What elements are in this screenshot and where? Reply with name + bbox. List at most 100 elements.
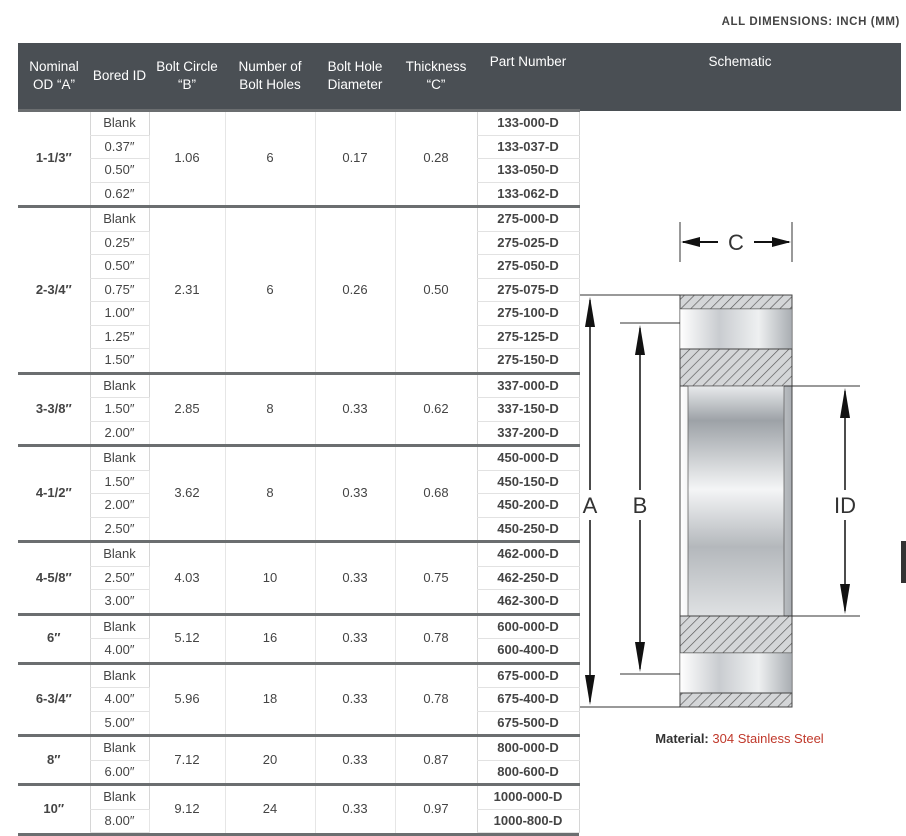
bored-id-cell: Blank xyxy=(89,661,150,688)
bored-id-cell: Blank xyxy=(89,540,150,567)
bolt-circle-cell: 5.96 xyxy=(148,661,225,736)
material-note: Material: 304 Stainless Steel xyxy=(580,728,900,751)
part-number-cell: 133-037-D xyxy=(476,135,580,159)
part-number-cell: 337-200-D xyxy=(476,421,580,446)
bolt-circle-cell: 1.06 xyxy=(148,109,225,207)
schematic-cell: C A B ID Material: 304 Stainless Steel xyxy=(579,111,901,833)
bolt-circle-cell: 5.12 xyxy=(148,612,225,663)
part-number-cell: 133-050-D xyxy=(476,158,580,183)
bolt-circle-cell: 2.85 xyxy=(148,371,225,446)
bolt-hole-diameter-cell: 0.33 xyxy=(314,612,395,663)
part-number-cell: 275-150-D xyxy=(476,348,580,374)
thickness-cell: 0.78 xyxy=(394,612,477,663)
bolt-hole-diameter-cell: 0.33 xyxy=(314,661,395,736)
part-number-cell: 275-125-D xyxy=(476,325,580,349)
thickness-cell: 0.50 xyxy=(394,205,477,373)
bolt-holes-cell: 18 xyxy=(224,661,315,736)
nominal-od-cell: 4-1/2″ xyxy=(18,444,90,542)
part-number-cell: 600-000-D xyxy=(476,612,580,639)
part-number-cell: 800-000-D xyxy=(476,734,580,761)
bolt-holes-cell: 8 xyxy=(224,444,315,542)
bored-id-cell: 2.50″ xyxy=(89,566,150,590)
header-bolt-hole-diameter: Bolt Hole Diameter xyxy=(315,43,395,111)
bored-id-cell: 2.00″ xyxy=(89,493,150,518)
bolt-hole-diameter-cell: 0.26 xyxy=(314,205,395,373)
bored-id-cell: 0.25″ xyxy=(89,231,150,255)
bolt-hole-diameter-cell: 0.17 xyxy=(314,109,395,207)
part-number-cell: 337-150-D xyxy=(476,397,580,422)
part-number-cell: 675-000-D xyxy=(476,661,580,688)
bored-id-cell: 3.00″ xyxy=(89,589,150,615)
nominal-od-cell: 10″ xyxy=(18,783,90,833)
nominal-od-cell: 6-3/4″ xyxy=(18,661,90,736)
part-number-cell: 1000-800-D xyxy=(476,809,580,833)
nominal-od-cell: 4-5/8″ xyxy=(18,540,90,614)
bored-id-cell: 1.50″ xyxy=(89,348,150,374)
table-body: 1-1/3″Blank1.0660.170.28133-000-D xyxy=(18,109,901,833)
bored-id-cell: 5.00″ xyxy=(89,711,150,736)
header-schematic: Schematic xyxy=(579,43,901,111)
bolt-holes-cell: 6 xyxy=(224,109,315,207)
bored-id-cell: 0.62″ xyxy=(89,182,150,207)
dimension-label-c: C xyxy=(728,230,744,255)
header-thickness: Thickness “C” xyxy=(395,43,477,111)
part-number-cell: 275-000-D xyxy=(476,205,580,232)
bored-id-cell: Blank xyxy=(89,783,150,810)
bolt-holes-cell: 16 xyxy=(224,612,315,663)
header-nominal-od: Nominal OD “A” xyxy=(18,43,90,111)
bored-id-cell: 0.37″ xyxy=(89,135,150,159)
bored-id-cell: 0.50″ xyxy=(89,158,150,183)
bolt-circle-cell: 4.03 xyxy=(148,540,225,614)
bored-id-cell: 0.50″ xyxy=(89,254,150,279)
bored-id-cell: 8.00″ xyxy=(89,809,150,833)
part-number-cell: 450-250-D xyxy=(476,517,580,542)
bored-id-cell: Blank xyxy=(89,444,150,471)
part-number-cell: 675-500-D xyxy=(476,711,580,736)
bored-id-cell: 4.00″ xyxy=(89,638,150,664)
scrollbar-thumb[interactable] xyxy=(901,541,906,583)
bolt-circle-cell: 9.12 xyxy=(148,783,225,833)
bolt-holes-cell: 10 xyxy=(224,540,315,614)
part-number-cell: 275-100-D xyxy=(476,301,580,326)
part-number-cell: 133-000-D xyxy=(476,109,580,136)
bolt-hole-diameter-cell: 0.33 xyxy=(314,783,395,833)
dimension-label-id: ID xyxy=(834,493,856,518)
thickness-cell: 0.62 xyxy=(394,371,477,446)
spec-table-wrapper: Nominal OD “A” Bored ID Bolt Circle “B” … xyxy=(18,43,901,836)
part-number-cell: 337-000-D xyxy=(476,371,580,398)
bored-id-cell: 1.00″ xyxy=(89,301,150,326)
header-bolt-circle: Bolt Circle “B” xyxy=(149,43,225,111)
bolt-hole-diameter-cell: 0.33 xyxy=(314,734,395,785)
bored-id-cell: 4.00″ xyxy=(89,687,150,712)
bored-id-cell: 1.50″ xyxy=(89,397,150,422)
header-number-of-bolt-holes: Number of Bolt Holes xyxy=(225,43,315,111)
material-label: Material: xyxy=(655,730,709,746)
bolt-circle-cell: 3.62 xyxy=(148,444,225,542)
bolt-holes-cell: 6 xyxy=(224,205,315,373)
header-part-number: Part Number xyxy=(477,43,579,111)
part-number-cell: 675-400-D xyxy=(476,687,580,712)
nominal-od-cell: 6″ xyxy=(18,612,90,663)
part-number-cell: 462-300-D xyxy=(476,589,580,615)
part-number-cell: 600-400-D xyxy=(476,638,580,664)
nominal-od-cell: 3-3/8″ xyxy=(18,371,90,446)
bored-id-cell: 2.00″ xyxy=(89,421,150,446)
bored-id-cell: 1.25″ xyxy=(89,325,150,349)
bolt-holes-cell: 8 xyxy=(224,371,315,446)
part-number-cell: 275-025-D xyxy=(476,231,580,255)
thickness-cell: 0.87 xyxy=(394,734,477,785)
bored-id-cell: Blank xyxy=(89,371,150,398)
flange-spec-table: Nominal OD “A” Bored ID Bolt Circle “B” … xyxy=(18,43,901,833)
part-number-cell: 133-062-D xyxy=(476,182,580,207)
bolt-hole-diameter-cell: 0.33 xyxy=(314,371,395,446)
thickness-cell: 0.68 xyxy=(394,444,477,542)
part-number-cell: 462-000-D xyxy=(476,540,580,567)
dimension-label-b: B xyxy=(632,493,647,518)
material-value: 304 Stainless Steel xyxy=(712,730,824,746)
bolt-hole-diameter-cell: 0.33 xyxy=(314,540,395,614)
part-number-cell: 275-075-D xyxy=(476,278,580,302)
bolt-circle-cell: 7.12 xyxy=(148,734,225,785)
bored-id-cell: 0.75″ xyxy=(89,278,150,302)
part-number-cell: 462-250-D xyxy=(476,566,580,590)
header-bored-id: Bored ID xyxy=(90,43,149,111)
